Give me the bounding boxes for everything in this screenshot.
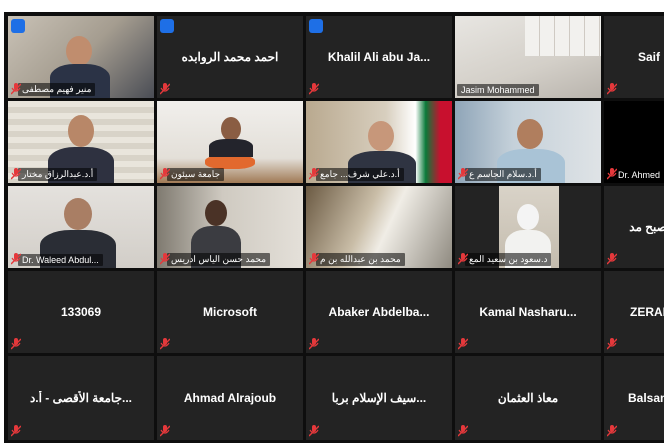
participant-gallery: منير فهيم مصطفى احمد محمد الروابده Khali…: [4, 12, 664, 443]
participant-tile[interactable]: محمد حسن الياس ادريس: [157, 186, 303, 268]
muted-mic-icon: [309, 168, 319, 180]
participant-name: ZERAD: [630, 305, 664, 319]
participant-name: د.سعود بن سعيد المع: [465, 253, 552, 266]
muted-mic-icon: [607, 83, 617, 95]
muted-mic-icon: [607, 253, 617, 265]
muted-mic-icon: [607, 425, 617, 437]
participant-name: جامعة سيئون: [167, 168, 225, 181]
muted-mic-icon: [309, 338, 319, 350]
participant-video-body: [209, 139, 253, 157]
participant-name: محمد حسن الياس ادريس: [167, 253, 271, 266]
participant-name: أ.د.علي شرف... جامع: [316, 168, 404, 181]
muted-mic-icon: [160, 168, 170, 180]
participant-tile[interactable]: صبح مد: [604, 186, 664, 268]
participant-tile[interactable]: معاذ العثمان: [455, 356, 601, 440]
participant-name: Kamal Nasharu...: [479, 305, 577, 319]
muted-mic-icon: [160, 425, 170, 437]
participant-tile[interactable]: Dr. Ahmed: [604, 101, 664, 183]
participant-video-head: [517, 204, 539, 230]
participant-name: Microsoft: [203, 305, 257, 319]
muted-mic-icon: [607, 168, 617, 180]
video-feed-ceiling: [525, 16, 601, 56]
participant-tile[interactable]: محمد بن عبدالله بن م: [306, 186, 452, 268]
participant-name: Ahmad Alrajoub: [183, 391, 277, 405]
participant-tile[interactable]: جامعة سيئون: [157, 101, 303, 183]
muted-mic-icon: [11, 425, 21, 437]
muted-mic-icon: [160, 253, 170, 265]
participant-tile[interactable]: Abaker Abdelba...: [306, 271, 452, 353]
raised-hand-icon: [160, 19, 174, 33]
muted-mic-icon: [458, 253, 468, 265]
muted-mic-icon: [309, 83, 319, 95]
participant-tile[interactable]: ZERAD: [604, 271, 664, 353]
participant-name: أ.د.عبدالرزاق مختار: [18, 168, 98, 181]
participant-name: منير فهيم مصطفى: [18, 83, 96, 96]
participant-video-head: [205, 200, 227, 226]
muted-mic-icon: [11, 83, 21, 95]
raised-hand-icon: [309, 19, 323, 33]
muted-mic-icon: [11, 338, 21, 350]
participant-name: Jasim Mohammed: [457, 84, 539, 96]
participant-tile[interactable]: منير فهيم مصطفى: [8, 16, 154, 98]
participant-tile[interactable]: Jasim Mohammed: [455, 16, 601, 98]
participant-name: معاذ العثمان: [497, 391, 559, 405]
participant-video-head: [221, 117, 241, 141]
video-feed-flowers: [205, 155, 255, 169]
participant-tile[interactable]: د.سعود بن سعيد المع: [455, 186, 601, 268]
muted-mic-icon: [309, 425, 319, 437]
muted-mic-icon: [160, 83, 170, 95]
participant-tile[interactable]: احمد محمد الروابده: [157, 16, 303, 98]
participant-name: احمد محمد الروابده: [181, 50, 279, 64]
participant-name: Balsam: [628, 391, 664, 405]
muted-mic-icon: [11, 168, 21, 180]
participant-name: أ.د.سلام الجاسم ع: [465, 168, 541, 181]
participant-tile[interactable]: Ahmad Alrajoub: [157, 356, 303, 440]
participant-tile[interactable]: Balsam: [604, 356, 664, 440]
participant-name: Dr. Waleed Abdul...: [18, 254, 103, 266]
participant-name: 133069: [60, 305, 102, 319]
participant-video-head: [66, 36, 92, 66]
participant-tile[interactable]: 133069: [8, 271, 154, 353]
participant-tile[interactable]: أ.د.عبدالرزاق مختار: [8, 101, 154, 183]
participant-tile[interactable]: Microsoft: [157, 271, 303, 353]
participant-video-head: [517, 119, 543, 149]
muted-mic-icon: [11, 253, 21, 265]
participant-tile[interactable]: جامعة الأقصى - أ.د...: [8, 356, 154, 440]
muted-mic-icon: [458, 338, 468, 350]
muted-mic-icon: [160, 338, 170, 350]
participant-name: Saif: [638, 50, 661, 64]
participant-video-head: [68, 115, 94, 147]
participant-name: جامعة الأقصى - أ.د...: [29, 391, 133, 405]
participant-tile[interactable]: Kamal Nasharu...: [455, 271, 601, 353]
raised-hand-icon: [11, 19, 25, 33]
participant-name: سيف الإسلام بربا...: [331, 391, 427, 405]
participant-tile[interactable]: Khalil Ali abu Ja...: [306, 16, 452, 98]
participant-tile[interactable]: سيف الإسلام بربا...: [306, 356, 452, 440]
participant-name: Dr. Ahmed: [614, 169, 664, 181]
participant-video-head: [368, 121, 394, 151]
participant-tile[interactable]: أ.د.سلام الجاسم ع: [455, 101, 601, 183]
participant-name: صبح مد: [629, 220, 664, 234]
participant-name: محمد بن عبدالله بن م: [316, 253, 405, 266]
participant-tile[interactable]: أ.د.علي شرف... جامع: [306, 101, 452, 183]
participant-tile[interactable]: Dr. Waleed Abdul...: [8, 186, 154, 268]
participant-name: Abaker Abdelba...: [328, 305, 430, 319]
participant-video-head: [64, 198, 92, 230]
participant-name: Khalil Ali abu Ja...: [327, 50, 431, 64]
muted-mic-icon: [458, 168, 468, 180]
participant-tile[interactable]: Saif: [604, 16, 664, 98]
muted-mic-icon: [458, 425, 468, 437]
muted-mic-icon: [309, 253, 319, 265]
muted-mic-icon: [607, 338, 617, 350]
